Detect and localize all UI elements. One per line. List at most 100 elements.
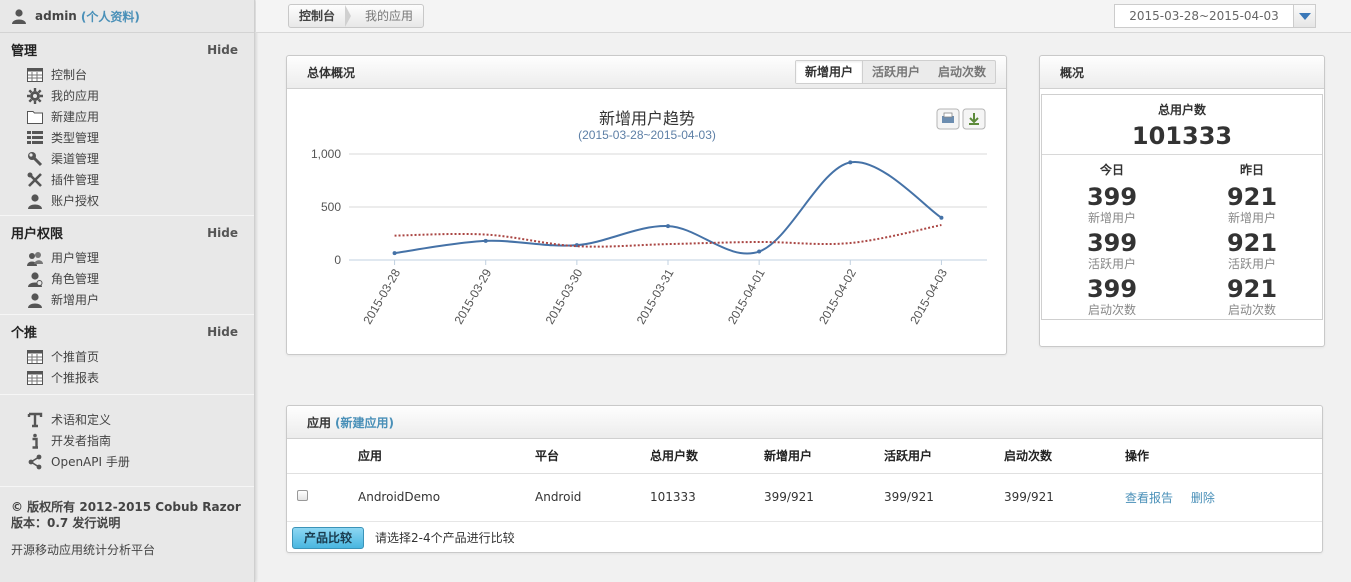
sidebar-item[interactable]: 账户授权 xyxy=(26,190,254,211)
summary-box: 总用户数 101333 今日 399 新增用户 399 活跃用户 399 启动次… xyxy=(1041,94,1323,320)
y-tick-label: 500 xyxy=(321,200,341,214)
today-active-label: 活跃用户 xyxy=(1087,257,1136,271)
sidebar-item[interactable]: 我的应用 xyxy=(26,85,254,106)
apps-table: 应用 平台 总用户数 新增用户 活跃用户 启动次数 操作 AndroidDemo… xyxy=(287,439,1322,522)
date-range-value[interactable]: 2015-03-28~2015-04-03 xyxy=(1115,5,1293,27)
apps-panel: 应用 (新建应用) 应用 平台 总用户数 新增用户 活跃用户 启动次数 操作 A… xyxy=(286,405,1323,553)
sidebar-item-label: 新建应用 xyxy=(51,110,100,124)
sidebar-item[interactable]: 新建应用 xyxy=(26,106,254,127)
table-header-row: 应用 平台 总用户数 新增用户 活跃用户 启动次数 操作 xyxy=(287,439,1322,474)
cell-app-name: AndroidDemo xyxy=(358,473,535,522)
hide-toggle[interactable]: Hide xyxy=(207,43,238,57)
chevron-down-icon xyxy=(1298,12,1311,20)
profile-link[interactable]: (个人资料) xyxy=(81,8,140,25)
new-app-link[interactable]: (新建应用) xyxy=(335,414,394,431)
col-app: 应用 xyxy=(358,439,535,474)
sidebar-item[interactable]: 渠道管理 xyxy=(26,148,254,169)
chart-title: 新增用户趋势 xyxy=(599,110,695,128)
text-icon xyxy=(26,412,43,428)
table-row: AndroidDemo Android 101333 399/921 399/9… xyxy=(287,473,1322,522)
yesterday-active-value: 921 xyxy=(1226,229,1278,257)
breadcrumb-current: 我的应用 xyxy=(365,9,414,23)
username: admin xyxy=(35,9,77,23)
chart-subtitle: (2015-03-28~2015-04-03) xyxy=(578,128,716,142)
sidebar-section-title: 个推 xyxy=(11,326,38,341)
today-active-value: 399 xyxy=(1086,229,1138,257)
sidebar-item-label: 开发者指南 xyxy=(51,434,112,448)
total-users: 总用户数 101333 xyxy=(1042,95,1322,155)
x-tick-label: 2015-03-30 xyxy=(543,266,586,326)
yesterday-new-label: 新增用户 xyxy=(1227,211,1276,225)
calendar-icon xyxy=(26,349,43,365)
metric-tabs: 新增用户 活跃用户 启动次数 xyxy=(794,60,996,84)
sidebar-item-label: 控制台 xyxy=(51,68,88,82)
row-checkbox[interactable] xyxy=(297,490,308,501)
today-launch-label: 启动次数 xyxy=(1087,303,1136,317)
col-active: 活跃用户 xyxy=(884,439,1004,474)
tab-new-users[interactable]: 新增用户 xyxy=(795,61,863,83)
data-point xyxy=(392,251,397,256)
sidebar-item[interactable]: 用户管理 xyxy=(26,247,254,268)
sidebar-item[interactable]: 开发者指南 xyxy=(26,430,254,451)
x-tick-label: 2015-03-31 xyxy=(634,266,677,326)
series-line-0 xyxy=(394,161,942,255)
x-tick-label: 2015-04-01 xyxy=(725,266,768,326)
hide-toggle[interactable]: Hide xyxy=(207,226,238,240)
user-icon xyxy=(11,8,27,24)
date-range-dropdown[interactable] xyxy=(1293,5,1315,27)
sidebar-item-label: 我的应用 xyxy=(51,89,100,103)
sidebar-item[interactable]: 术语和定义 xyxy=(26,409,254,430)
sidebar: admin (个人资料) 管理 Hide 控制台 我的应用 新建应用 类型管理 渠道管理 插件… xyxy=(0,0,255,582)
summary-columns: 今日 399 新增用户 399 活跃用户 399 启动次数 昨日 921 新增用… xyxy=(1042,155,1322,319)
plot-area: 0 500 1,000 2015-03-28 2015-03-29 2015-03-30 2… xyxy=(311,147,987,327)
summary-panel: 概况 总用户数 101333 今日 399 新增用户 399 活跃用户 399 … xyxy=(1039,55,1325,347)
sidebar-item[interactable]: 个推首页 xyxy=(26,346,254,367)
view-report-link[interactable]: 查看报告 xyxy=(1125,491,1173,505)
print-chart-button[interactable] xyxy=(936,108,960,130)
sidebar-item-label: 插件管理 xyxy=(51,173,100,187)
sidebar-item[interactable]: OpenAPI 手册 xyxy=(26,451,254,472)
sidebar-item[interactable]: 个推报表 xyxy=(26,367,254,388)
yesterday-label: 昨日 xyxy=(1239,163,1264,177)
compare-row: 产品比较 请选择2-4个产品进行比较 xyxy=(287,522,1322,549)
sidebar-item[interactable]: 类型管理 xyxy=(26,127,254,148)
data-point xyxy=(848,160,853,165)
yesterday-active-label: 活跃用户 xyxy=(1227,257,1276,271)
export-chart-button[interactable] xyxy=(962,108,986,130)
tab-active-users[interactable]: 活跃用户 xyxy=(863,61,929,83)
y-tick-label: 1,000 xyxy=(311,147,341,161)
yesterday-column: 昨日 921 新增用户 921 活跃用户 921 启动次数 xyxy=(1182,155,1322,319)
x-tick-label: 2015-03-29 xyxy=(451,266,494,326)
today-launch-value: 399 xyxy=(1086,275,1138,303)
calendar-icon xyxy=(26,370,43,386)
x-tick-label: 2015-04-03 xyxy=(907,266,950,326)
breadcrumb-home[interactable]: 控制台 xyxy=(289,5,345,27)
sidebar-item[interactable]: 角色管理 xyxy=(26,268,254,289)
sidebar-nav-list: 个推首页 个推报表 xyxy=(0,346,254,388)
trend-chart: 新增用户趋势 (2015-03-28~2015-04-03) 0 500 1,000… xyxy=(287,92,1006,354)
user-bar: admin (个人资料) xyxy=(0,0,254,33)
sidebar-item[interactable]: 新增用户 xyxy=(26,289,254,310)
overview-panel: 总体概况 新增用户 活跃用户 启动次数 新增用户趋势 (2015-03-28~2… xyxy=(286,55,1007,355)
gear-icon xyxy=(26,87,43,104)
info-icon xyxy=(26,433,43,449)
list-icon xyxy=(26,130,43,146)
user-icon xyxy=(26,193,43,209)
total-users-label: 总用户数 xyxy=(1157,103,1206,117)
x-tick-label: 2015-04-02 xyxy=(816,266,859,326)
delete-link[interactable]: 删除 xyxy=(1191,491,1215,505)
sidebar-nav-list: 用户管理 角色管理 新增用户 xyxy=(0,247,254,310)
date-range-picker[interactable]: 2015-03-28~2015-04-03 xyxy=(1114,4,1316,28)
tab-launches[interactable]: 启动次数 xyxy=(929,61,995,83)
today-new-label: 新增用户 xyxy=(1087,211,1136,225)
cell-platform: Android xyxy=(535,473,650,522)
sidebar-item-label: 渠道管理 xyxy=(51,152,100,166)
data-point xyxy=(666,224,670,229)
sidebar-item[interactable]: 控制台 xyxy=(26,64,254,85)
total-users-value: 101333 xyxy=(1131,122,1233,150)
hide-toggle[interactable]: Hide xyxy=(207,325,238,339)
sidebar-item-label: 术语和定义 xyxy=(51,413,112,427)
sidebar-item[interactable]: 插件管理 xyxy=(26,169,254,190)
sidebar-item-label: 类型管理 xyxy=(51,131,100,145)
compare-button[interactable]: 产品比较 xyxy=(292,526,365,549)
